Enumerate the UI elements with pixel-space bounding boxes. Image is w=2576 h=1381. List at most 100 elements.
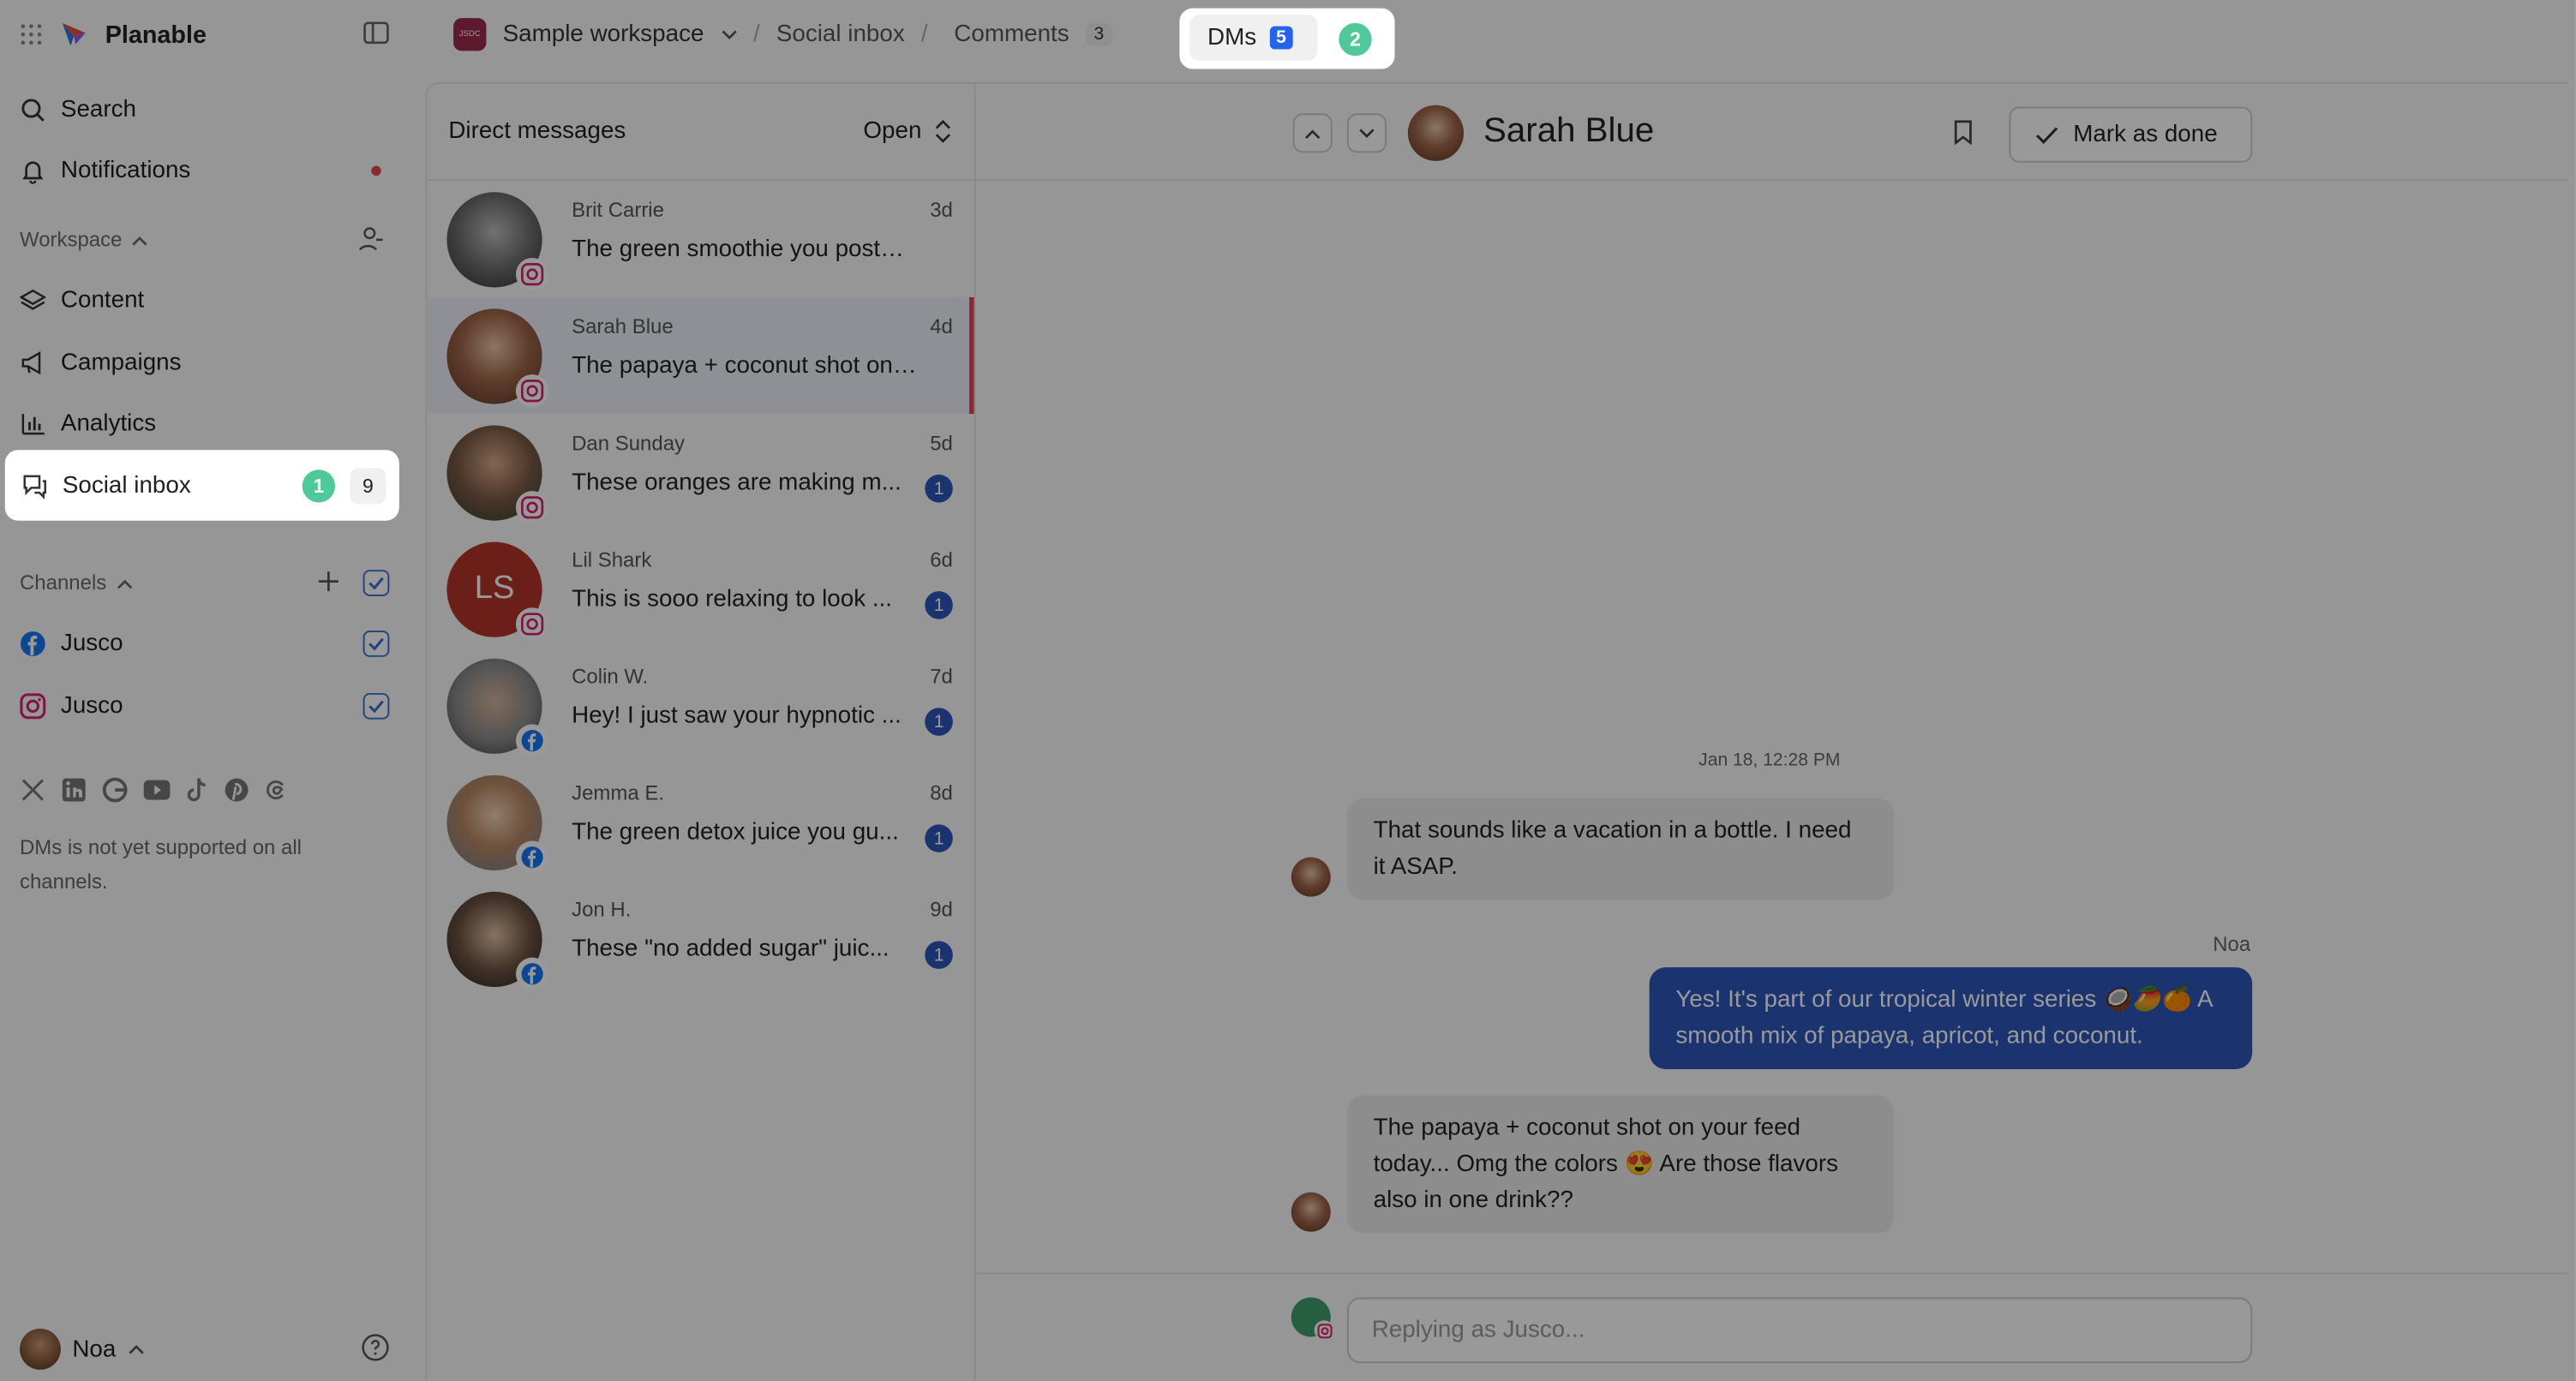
dm-thread-body: Dan Sunday 5d These oranges are making m… [572,432,953,503]
message-bubble-outgoing: Yes! It's part of our tropical winter se… [1649,967,2253,1069]
dm-preview: The green smoothie you posted l... [572,236,917,263]
mark-as-done-label: Mark as done [2073,121,2218,148]
channel-label: Jusco [60,692,123,720]
channel-item-facebook[interactable]: Jusco [20,624,123,663]
dm-thread-row[interactable]: Jemma E. 8d The green detox juice you gu… [427,763,973,880]
chevron-updown-icon [935,119,951,143]
bell-icon [20,158,46,184]
unread-count-badge: 1 [925,941,953,970]
unread-count-badge: 1 [925,824,953,852]
workspace-section-header[interactable]: Workspace [20,224,148,256]
dm-sender-name: Jon H. [572,898,632,922]
x-twitter-icon [20,777,46,804]
avatar [446,774,549,873]
dm-thread-row[interactable]: Jon H. 9d These "no added sugar" juic...… [427,881,973,997]
sidebar-toggle-icon[interactable] [363,21,390,45]
dm-sender-name: Lil Shark [572,548,652,572]
tab-dms-label: DMs [1207,24,1257,51]
user-menu[interactable]: Noa [20,1328,144,1370]
chevron-up-icon [132,234,148,245]
dm-sender-name: Brit Carrie [572,198,664,222]
sidebar-item-campaigns[interactable]: Campaigns [20,344,182,383]
pinterest-icon [224,777,250,804]
notifications-nav[interactable]: Notifications [20,151,190,190]
dm-list-title: Direct messages [448,118,626,145]
unsupported-networks-row [20,777,287,804]
sidebar-item-label: Social inbox [62,473,191,499]
unread-count-badge: 9 [350,468,386,505]
avatar-initials: LS [474,570,515,607]
sidebar-item-label: Analytics [60,410,157,437]
instagram-icon [515,607,549,640]
avatar [446,308,549,407]
breadcrumb-social-inbox[interactable]: Social inbox [776,21,905,48]
dm-sender-name: Colin W. [572,665,649,689]
dm-thread-row[interactable]: Dan Sunday 5d These oranges are making m… [427,414,973,530]
tab-comments[interactable]: Comments [954,21,1069,48]
channel-item-instagram[interactable]: Jusco [20,686,123,726]
dm-thread-row-selected[interactable]: Sarah Blue 4d The papaya + coconut shot … [427,296,974,415]
next-thread-button[interactable] [1346,113,1387,153]
chevron-up-icon [117,577,133,589]
bookmark-icon[interactable] [1953,120,1973,145]
workspace-switcher[interactable]: Sample workspace [503,21,704,48]
sidebar-item-analytics[interactable]: Analytics [20,404,156,444]
channel-checkbox[interactable] [362,631,390,657]
tab-dms[interactable]: DMs 5 [1189,15,1318,61]
social-inbox-highlight: Social inbox 1 9 [4,450,399,521]
unread-count-badge: 1 [925,708,953,736]
unread-count-badge: 1 [925,475,953,503]
select-all-channels-checkbox[interactable] [362,570,390,596]
conversation-contact-name: Sarah Blue [1483,111,1655,150]
notification-dot [371,165,381,176]
dm-preview: Hey! I just saw your hypnotic ... [572,702,902,730]
sidebar-item-content[interactable]: Content [20,281,144,320]
conversation-header: Sarah Blue Mark as done [975,84,2568,181]
linkedin-icon [61,777,87,804]
reply-input[interactable] [1346,1297,2253,1364]
breadcrumb-separator: / [752,21,760,48]
mark-as-done-button[interactable]: Mark as done [2009,106,2253,163]
workspace-header-label: Workspace [20,228,123,252]
dm-thread-row[interactable]: Colin W. 7d Hey! I just saw your hypnoti… [427,647,973,763]
message-date-separator: Jan 18, 12:28 PM [1698,750,1841,771]
step-badge: 2 [1339,22,1372,57]
chevron-down-icon [1358,128,1375,139]
dm-thread-body: Sarah Blue 4d The papaya + coconut shot … [572,315,953,380]
sidebar-item-social-inbox[interactable]: Social inbox 1 9 [21,466,386,505]
avatar: LS [446,541,549,640]
dm-time: 8d [930,781,953,805]
dm-sender-name: Jemma E. [572,781,664,805]
dm-time: 6d [930,548,953,572]
message-bubble-incoming: The papaya + coconut shot on your feed t… [1346,1095,1895,1234]
dm-thread-row[interactable]: LS Lil Shark 6d This is sooo relaxing to… [427,530,973,647]
add-member-icon[interactable] [356,225,383,252]
dm-time: 9d [930,898,953,922]
dm-time: 5d [930,432,953,456]
dm-thread-row[interactable]: Brit Carrie 3d The green smoothie you po… [427,181,973,297]
workspace-logo: JSDC [453,18,487,51]
facebook-icon [20,631,46,657]
add-channel-icon[interactable] [317,570,340,593]
youtube-icon [143,779,171,802]
google-icon [102,777,129,804]
check-icon [2035,126,2058,144]
previous-thread-button[interactable] [1292,113,1333,153]
instagram-icon [20,693,46,720]
app-grid-icon[interactable] [20,23,43,46]
dm-thread-body: Jemma E. 8d The green detox juice you gu… [572,781,953,852]
layers-icon [20,287,46,314]
channels-section-header[interactable]: Channels [20,566,133,599]
dm-preview: These "no added sugar" juic... [572,936,890,963]
breadcrumb-separator: / [920,21,928,48]
help-icon[interactable] [362,1334,390,1362]
status-filter-dropdown[interactable]: Open [863,118,951,145]
avatar [1291,857,1331,897]
channel-checkbox[interactable] [362,692,390,720]
chevron-down-icon[interactable] [721,29,737,40]
search-nav[interactable]: Search [20,90,136,129]
dm-sender-name: Dan Sunday [572,432,686,456]
message-sender-name: Noa [2213,932,2251,956]
unread-count-badge: 1 [925,591,953,619]
breadcrumb: JSDC Sample workspace / Social inbox / C… [453,16,1112,52]
